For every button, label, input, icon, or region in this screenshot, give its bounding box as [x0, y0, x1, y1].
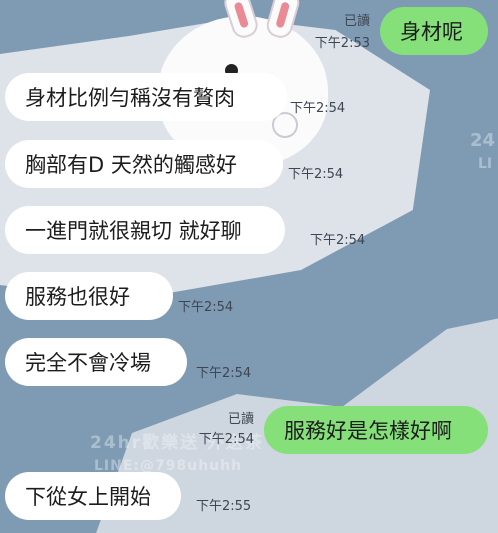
read-receipt: 已讀 — [227, 412, 254, 427]
message-bubble-outgoing[interactable]: 身材呢 — [380, 7, 488, 55]
message-time: 下午2:54 — [288, 167, 344, 182]
message-bubble-incoming[interactable]: 身材比例勻稱沒有贅肉 — [5, 73, 287, 121]
message-time: 下午2:54 — [310, 233, 366, 248]
message-bubble-incoming[interactable]: 下從女上開始 — [5, 472, 181, 520]
message-bubble-incoming[interactable]: 胸部有D 天然的觸感好 — [5, 140, 283, 188]
chat-screen: 24hr歡樂送 外送茶 LINE:@798uhuhh 24 LI 已讀 下午2:… — [0, 0, 498, 533]
message-bubble-outgoing[interactable]: 服務好是怎樣好啊 — [264, 406, 488, 454]
message-time: 下午2:54 — [198, 432, 254, 447]
watermark-side1: 24 — [470, 130, 496, 151]
message-time: 下午2:54 — [196, 366, 252, 381]
message-time: 下午2:54 — [178, 300, 234, 315]
message-time: 下午2:54 — [290, 101, 346, 116]
message-time: 下午2:53 — [314, 36, 370, 51]
message-bubble-incoming[interactable]: 完全不會冷場 — [5, 338, 187, 386]
read-receipt: 已讀 — [343, 14, 370, 29]
message-time: 下午2:55 — [196, 499, 252, 514]
message-bubble-incoming[interactable]: 服務也很好 — [5, 272, 173, 320]
watermark-side2: LI — [478, 156, 493, 172]
message-bubble-incoming[interactable]: 一進門就很親切 就好聊 — [5, 206, 285, 254]
